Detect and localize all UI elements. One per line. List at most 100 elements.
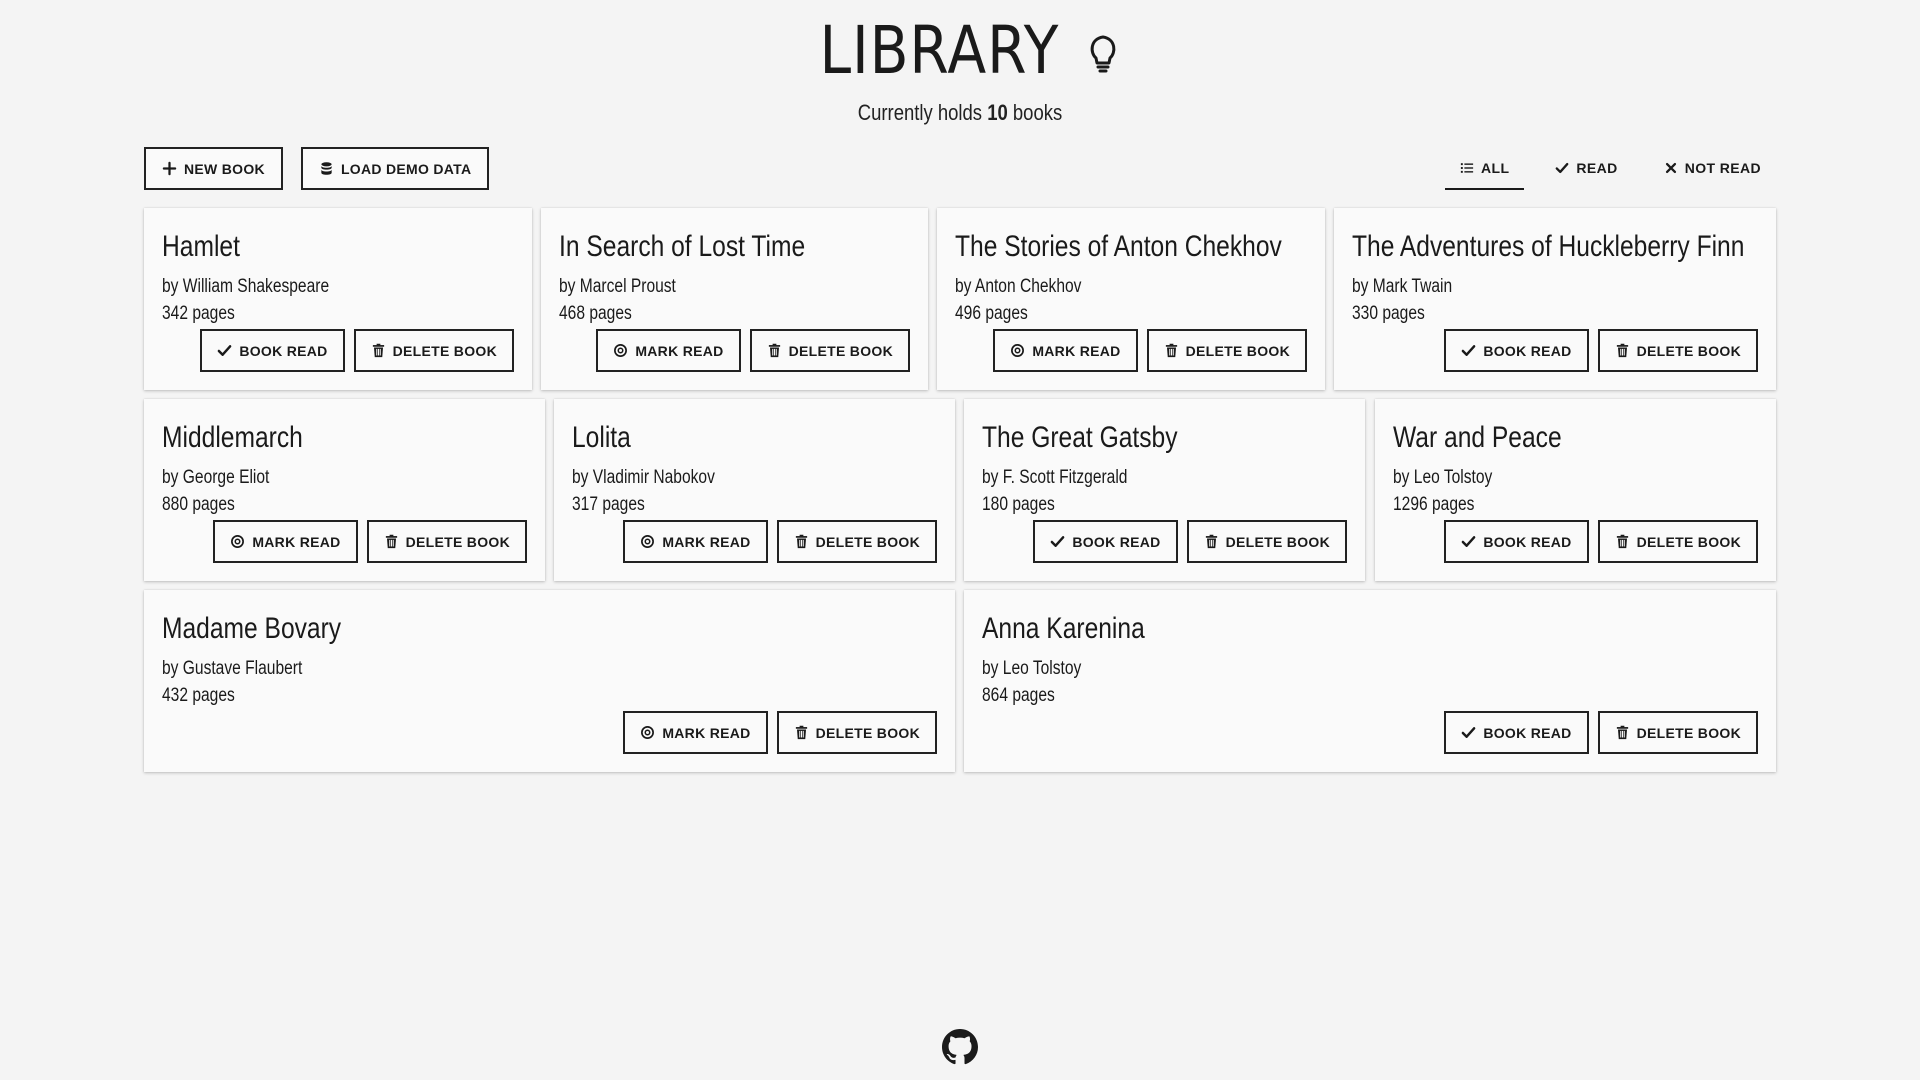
book-pages: 468 pages	[559, 303, 632, 324]
tab-not-read-label: NOT READ	[1684, 160, 1761, 176]
trash-icon	[385, 534, 397, 549]
bullseye-icon	[231, 535, 245, 548]
check-icon	[1461, 536, 1476, 547]
trash-icon	[795, 725, 807, 740]
card-actions: BOOK READ DELETE BOOK	[200, 329, 514, 372]
delete-book-button[interactable]: DELETE BOOK	[1597, 520, 1758, 563]
delete-book-button[interactable]: DELETE BOOK	[776, 711, 937, 754]
book-pages: 317 pages	[572, 494, 645, 515]
tab-not-read[interactable]: NOT READ	[1649, 148, 1776, 190]
database-icon	[321, 162, 332, 175]
book-title: Anna Karenina	[982, 612, 1145, 645]
delete-button-label: DELETE BOOK	[1185, 342, 1290, 359]
tab-all[interactable]: ALL	[1444, 148, 1525, 190]
book-card: The Stories of Anton Chekhov by Anton Che…	[937, 208, 1325, 390]
delete-book-button[interactable]: DELETE BOOK	[749, 329, 910, 372]
delete-button-label: DELETE BOOK	[815, 533, 920, 550]
card-actions: MARK READ DELETE BOOK	[623, 520, 937, 563]
bullseye-icon	[1011, 344, 1025, 357]
plus-icon	[162, 161, 177, 176]
bullseye-icon	[614, 344, 628, 357]
card-actions: MARK READ DELETE BOOK	[623, 711, 937, 754]
book-read-button[interactable]: BOOK READ	[1033, 520, 1178, 563]
book-card: Middlemarch by George Eliot 880 pages MARK …	[144, 399, 545, 581]
trash-icon	[795, 534, 807, 549]
trash-icon	[1616, 534, 1628, 549]
book-title: The Stories of Anton Chekhov	[955, 230, 1282, 263]
book-card: Hamlet by William Shakespeare 342 pages BOO…	[144, 208, 532, 390]
card-actions: BOOK READ DELETE BOOK	[1444, 711, 1758, 754]
tab-read[interactable]: READ	[1540, 148, 1632, 190]
header: LIBRARY	[0, 18, 1920, 84]
book-read-button[interactable]: BOOK READ	[200, 329, 345, 372]
mark-read-button[interactable]: MARK READ	[596, 329, 741, 372]
book-pages: 180 pages	[982, 494, 1055, 515]
book-author: by Gustave Flaubert	[162, 658, 303, 679]
book-author: by Leo Tolstoy	[982, 658, 1082, 679]
book-count: 10	[987, 100, 1008, 125]
new-book-button[interactable]: NEW BOOK	[144, 147, 283, 190]
close-icon	[1665, 162, 1676, 174]
read-button-label: BOOK READ	[1072, 533, 1161, 550]
check-icon	[1050, 536, 1065, 547]
card-actions: BOOK READ DELETE BOOK	[1444, 520, 1758, 563]
card-actions: MARK READ DELETE BOOK	[596, 329, 910, 372]
book-author: by William Shakespeare	[162, 276, 330, 297]
book-title: In Search of Lost Time	[559, 230, 806, 263]
book-author: by F. Scott Fitzgerald	[982, 467, 1128, 488]
bullseye-icon	[641, 535, 655, 548]
delete-button-label: DELETE BOOK	[1636, 724, 1741, 741]
check-icon	[1461, 727, 1476, 738]
book-title: Lolita	[572, 421, 631, 454]
delete-button-label: DELETE BOOK	[1636, 342, 1741, 359]
read-button-label: BOOK READ	[239, 342, 328, 359]
mark-read-button[interactable]: MARK READ	[623, 520, 768, 563]
read-button-label: MARK READ	[252, 533, 341, 550]
delete-button-label: DELETE BOOK	[788, 342, 893, 359]
read-button-label: MARK READ	[662, 724, 751, 741]
lightbulb-icon[interactable]	[1086, 31, 1120, 77]
load-demo-data-button[interactable]: LOAD DEMO DATA	[300, 147, 490, 190]
book-card: The Adventures of Huckleberry Finn by Mar…	[1334, 208, 1776, 390]
check-icon	[1556, 162, 1569, 174]
delete-book-button[interactable]: DELETE BOOK	[1146, 329, 1307, 372]
read-button-label: BOOK READ	[1483, 533, 1572, 550]
book-card: Anna Karenina by Leo Tolstoy 864 pages BOOK…	[964, 590, 1776, 772]
library-page: LIBRARY Currently holds 10 books NEW BOO…	[0, 0, 1920, 1080]
book-read-button[interactable]: BOOK READ	[1444, 520, 1589, 563]
book-pages: 864 pages	[982, 685, 1055, 706]
book-read-button[interactable]: BOOK READ	[1444, 329, 1589, 372]
tab-read-label: READ	[1576, 160, 1618, 176]
book-card: The Great Gatsby by F. Scott Fitzgerald 18…	[964, 399, 1365, 581]
delete-book-button[interactable]: DELETE BOOK	[776, 520, 937, 563]
github-icon[interactable]	[942, 1029, 978, 1065]
mark-read-button[interactable]: MARK READ	[993, 329, 1138, 372]
book-pages: 496 pages	[955, 303, 1028, 324]
list-icon	[1460, 163, 1474, 173]
trash-icon	[1205, 534, 1217, 549]
book-title: The Adventures of Huckleberry Finn	[1352, 230, 1745, 263]
bullseye-icon	[641, 726, 655, 739]
book-count-text: Currently holds 10 books	[154, 100, 1767, 126]
book-read-button[interactable]: BOOK READ	[1444, 711, 1589, 754]
filter-tabs: ALL READ NOT READ	[1429, 148, 1776, 190]
book-author: by Anton Chekhov	[955, 276, 1082, 297]
read-button-label: BOOK READ	[1483, 724, 1572, 741]
book-pages: 432 pages	[162, 685, 235, 706]
delete-book-button[interactable]: DELETE BOOK	[1597, 711, 1758, 754]
book-title: Hamlet	[162, 230, 240, 263]
delete-button-label: DELETE BOOK	[1225, 533, 1330, 550]
delete-book-button[interactable]: DELETE BOOK	[353, 329, 514, 372]
toolbar: NEW BOOK LOAD DEMO DATA	[144, 147, 490, 190]
delete-book-button[interactable]: DELETE BOOK	[1186, 520, 1347, 563]
read-button-label: BOOK READ	[1483, 342, 1572, 359]
book-author: by George Eliot	[162, 467, 270, 488]
mark-read-button[interactable]: MARK READ	[213, 520, 358, 563]
delete-book-button[interactable]: DELETE BOOK	[1597, 329, 1758, 372]
trash-icon	[1165, 343, 1177, 358]
delete-book-button[interactable]: DELETE BOOK	[366, 520, 527, 563]
book-author: by Marcel Proust	[559, 276, 676, 297]
card-actions: MARK READ DELETE BOOK	[213, 520, 527, 563]
mark-read-button[interactable]: MARK READ	[623, 711, 768, 754]
book-author: by Vladimir Nabokov	[572, 467, 715, 488]
